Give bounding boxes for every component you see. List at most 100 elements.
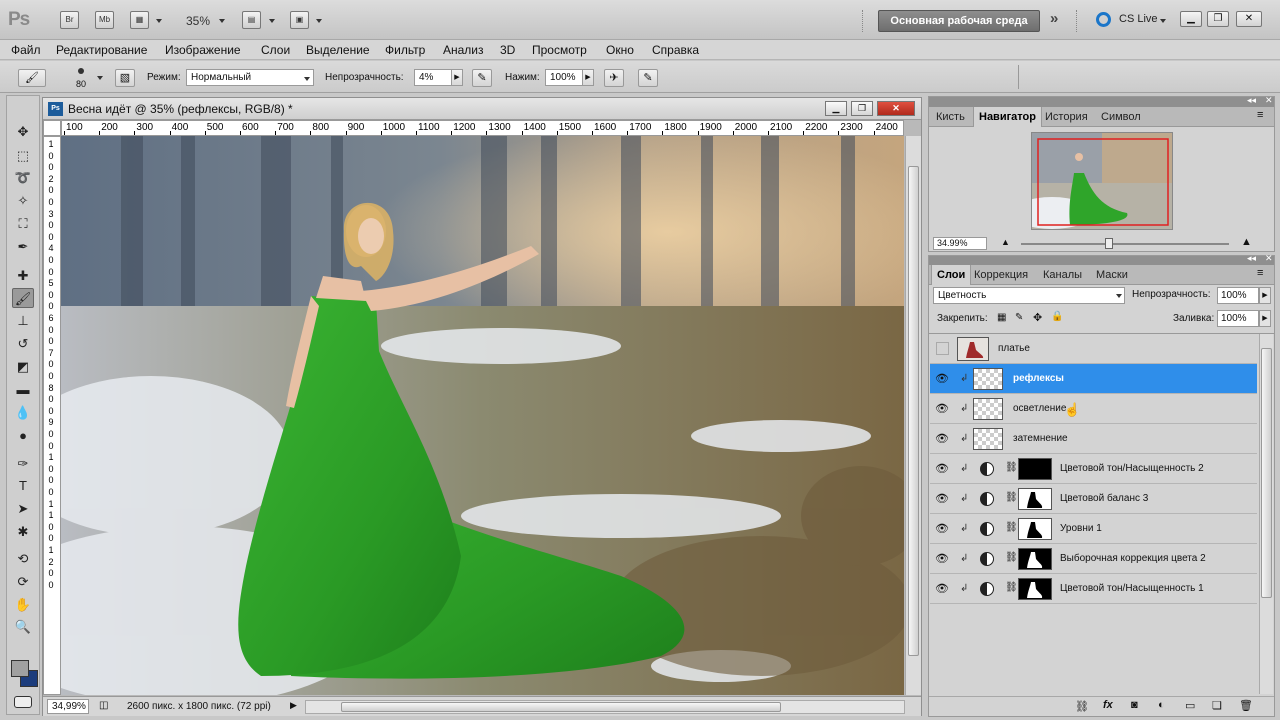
horizontal-ruler[interactable]: 100 200 300 400 500 600 700 800 900 1000 1100 1200 1… xyxy=(61,120,904,136)
menu-3d[interactable]: 3D xyxy=(500,43,515,57)
eraser-tool-icon[interactable]: ◩ xyxy=(12,357,34,377)
eye-icon[interactable]: 👁 xyxy=(934,522,950,536)
tab-masks[interactable]: Маски xyxy=(1091,265,1133,285)
shape-tool-icon[interactable]: ✱ xyxy=(12,522,34,542)
healing-brush-tool-icon[interactable]: ✚ xyxy=(12,266,34,286)
layer-style-icon[interactable]: fx xyxy=(1103,699,1113,711)
layers-scroll-thumb[interactable] xyxy=(1261,348,1272,598)
tab-adjustments[interactable]: Коррекция xyxy=(969,265,1033,285)
eyedropper-tool-icon[interactable]: ✒ xyxy=(12,237,34,257)
pen-tool-icon[interactable]: ✑ xyxy=(12,454,34,474)
chevron-down-icon[interactable] xyxy=(156,19,162,23)
menu-help[interactable]: Справка xyxy=(652,43,699,57)
layer-row-selected[interactable]: 👁 ↲ рефлексы xyxy=(930,364,1257,394)
lock-pixels-icon[interactable]: ✎ xyxy=(1015,312,1023,323)
collapse-panel-icon[interactable]: ◂◂ xyxy=(1247,253,1256,264)
status-menu-arrow-icon[interactable]: ▶ xyxy=(290,700,297,711)
layer-name[interactable]: Уровни 1 xyxy=(1060,523,1102,534)
hand-tool-icon[interactable]: ✋ xyxy=(12,595,34,615)
panel-menu-icon[interactable]: ≡ xyxy=(1257,267,1263,279)
canvas[interactable] xyxy=(61,136,904,695)
collapse-panel-icon[interactable]: ◂◂ xyxy=(1247,95,1256,106)
vertical-scroll-thumb[interactable] xyxy=(908,166,919,656)
dodge-tool-icon[interactable]: ● xyxy=(12,426,34,446)
tab-channels[interactable]: Каналы xyxy=(1038,265,1087,285)
tab-layers[interactable]: Слои xyxy=(931,265,972,285)
layer-row[interactable]: 👁 ↲ затемнение xyxy=(930,424,1257,454)
menu-view[interactable]: Просмотр xyxy=(532,43,587,57)
panel-header-strip[interactable]: ◂◂ ✕ xyxy=(929,95,1274,107)
mode-select[interactable]: Нормальный xyxy=(186,69,314,86)
cslive-button[interactable]: CS Live xyxy=(1119,13,1158,25)
new-layer-icon[interactable]: ❏ xyxy=(1212,699,1222,712)
close-panel-icon[interactable]: ✕ xyxy=(1265,95,1273,106)
lock-all-icon[interactable]: 🔒 xyxy=(1051,311,1063,322)
history-brush-tool-icon[interactable]: ↺ xyxy=(12,334,34,354)
foreground-color-swatch-front[interactable] xyxy=(11,660,29,677)
lock-transparency-icon[interactable]: ▦ xyxy=(997,312,1006,323)
arrange-documents-button[interactable]: ▤ xyxy=(242,11,261,29)
document-titlebar[interactable]: Ps Весна идёт @ 35% (рефлексы, RGB/8) * … xyxy=(43,98,921,120)
tab-navigator[interactable]: Навигатор xyxy=(973,107,1042,127)
close-button[interactable]: ✕ xyxy=(1236,11,1262,27)
menu-edit[interactable]: Редактирование xyxy=(56,43,147,57)
chevron-down-icon[interactable] xyxy=(269,19,275,23)
quick-mask-icon[interactable] xyxy=(14,696,32,708)
bridge-button[interactable]: Br xyxy=(60,11,79,29)
navigator-zoom-slider[interactable] xyxy=(1021,238,1229,249)
move-tool-icon[interactable]: ✥ xyxy=(12,122,34,142)
tab-brush[interactable]: Кисть xyxy=(931,107,970,127)
layer-opacity-slider-toggle[interactable]: ▶ xyxy=(1259,287,1271,304)
opacity-slider-toggle[interactable]: ▶ xyxy=(451,69,463,86)
ruler-origin[interactable] xyxy=(43,120,61,136)
layer-name[interactable]: рефлексы xyxy=(1013,373,1064,384)
chevron-down-icon[interactable] xyxy=(316,19,322,23)
layer-row[interactable]: платье xyxy=(930,334,1257,364)
3d-orbit-tool-icon[interactable]: ⟳ xyxy=(12,572,34,592)
menu-window[interactable]: Окно xyxy=(606,43,634,57)
eye-icon[interactable]: 👁 xyxy=(934,582,950,596)
maximize-button[interactable]: ❐ xyxy=(1207,11,1229,27)
vertical-ruler[interactable]: 100200300400500600700800900100011001200 xyxy=(43,136,61,695)
layer-row[interactable]: 👁 ↲ ⛓ Выборочная коррекция цвета 2 xyxy=(930,544,1257,574)
layer-name[interactable]: Цветовой баланс 3 xyxy=(1060,493,1148,504)
status-zoom-field[interactable]: 34,99% xyxy=(47,699,89,714)
visibility-toggle[interactable] xyxy=(936,342,949,355)
menu-filter[interactable]: Фильтр xyxy=(385,43,425,57)
layer-opacity-field[interactable]: 100% xyxy=(1217,287,1259,304)
navigator-zoom-field[interactable]: 34.99% xyxy=(933,237,987,250)
zoom-in-icon[interactable]: ▲ xyxy=(1241,236,1252,248)
eye-icon[interactable]: 👁 xyxy=(934,402,950,416)
screen-mode-button[interactable]: ▣ xyxy=(290,11,309,29)
tool-preset-picker[interactable]: 🖌 xyxy=(18,69,46,87)
minibridge-button[interactable]: Mb xyxy=(95,11,114,29)
tablet-pressure-size-icon[interactable]: ✎ xyxy=(638,69,658,87)
menu-analysis[interactable]: Анализ xyxy=(443,43,484,57)
crop-tool-icon[interactable]: ⛶ xyxy=(12,214,34,234)
airbrush-icon[interactable]: ✈ xyxy=(604,69,624,87)
zoom-level[interactable]: 35% xyxy=(186,14,210,28)
close-panel-icon[interactable]: ✕ xyxy=(1265,253,1273,264)
tablet-pressure-opacity-icon[interactable]: ✎ xyxy=(472,69,492,87)
eye-icon[interactable]: 👁 xyxy=(934,372,950,386)
zoom-tool-icon[interactable]: 🔍 xyxy=(12,617,34,637)
menu-image[interactable]: Изображение xyxy=(165,43,241,57)
brush-size[interactable]: 80 xyxy=(76,79,86,89)
tab-character[interactable]: Символ xyxy=(1096,107,1146,127)
layer-row[interactable]: 👁 ↲ ⛓ Цветовой баланс 3 xyxy=(930,484,1257,514)
lock-position-icon[interactable]: ✥ xyxy=(1033,311,1042,324)
new-group-icon[interactable]: ▭ xyxy=(1185,699,1195,712)
layer-name[interactable]: платье xyxy=(998,343,1030,354)
eye-icon[interactable]: 👁 xyxy=(934,492,950,506)
document-minimize-button[interactable]: ▁ xyxy=(825,101,847,116)
flow-slider-toggle[interactable]: ▶ xyxy=(582,69,594,86)
brush-tool-icon[interactable]: 🖌 xyxy=(12,288,34,308)
eye-icon[interactable]: 👁 xyxy=(934,432,950,446)
fill-slider-toggle[interactable]: ▶ xyxy=(1259,310,1271,327)
vertical-scrollbar[interactable] xyxy=(905,136,921,695)
type-tool-icon[interactable]: T xyxy=(12,476,34,496)
panel-header-strip[interactable]: ◂◂ ✕ xyxy=(929,253,1274,265)
3d-rotate-tool-icon[interactable]: ⟲ xyxy=(12,549,34,569)
chevron-down-icon[interactable] xyxy=(219,19,225,23)
opacity-field[interactable]: 4% xyxy=(414,69,452,86)
